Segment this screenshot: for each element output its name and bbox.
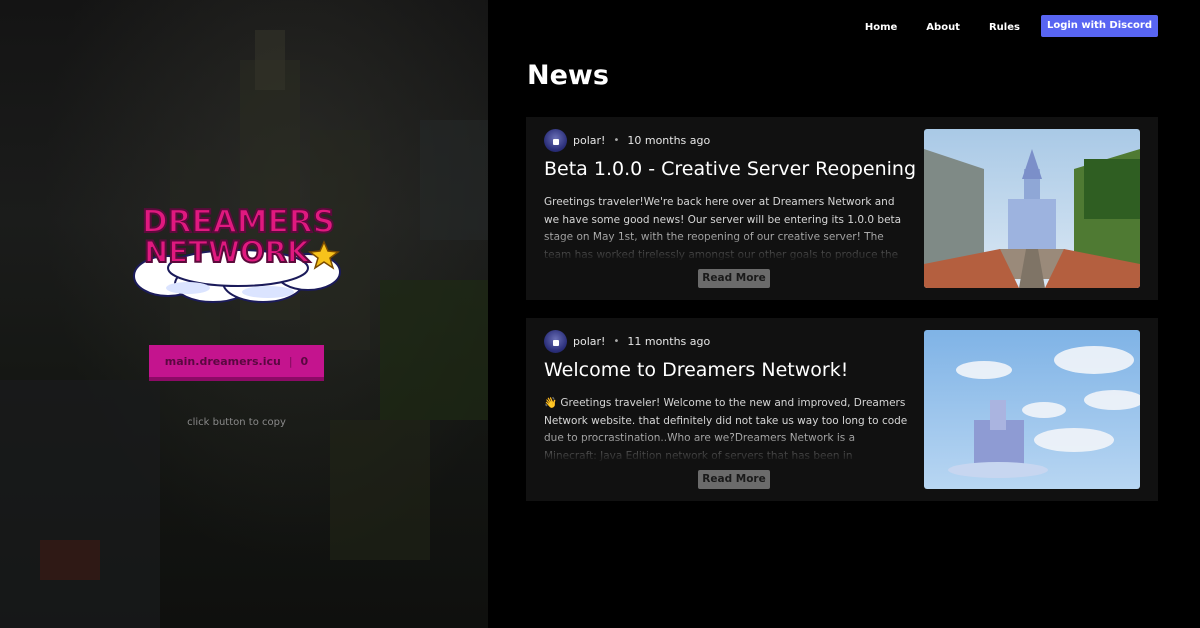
read-more-button[interactable]: Read More (698, 470, 770, 489)
nav-rules-link[interactable]: Rules (989, 20, 1020, 33)
post-thumbnail[interactable] (924, 330, 1140, 489)
news-card: polar! • 10 months ago Beta 1.0.0 - Crea… (526, 117, 1158, 300)
svg-text:NETWORK: NETWORK (144, 235, 311, 269)
author-name: polar! (573, 335, 606, 348)
post-title: Welcome to Dreamers Network! (544, 359, 849, 381)
author-avatar (544, 330, 567, 353)
top-nav: Home About Rules Login with Discord (836, 15, 1158, 37)
excerpt-fade (544, 428, 914, 468)
excerpt-fade (544, 227, 914, 267)
post-meta: polar! • 10 months ago (544, 129, 710, 152)
news-heading: News (527, 60, 609, 91)
post-title: Beta 1.0.0 - Creative Server Reopening (544, 158, 917, 180)
background-castle-image (0, 30, 488, 628)
copy-server-ip-button[interactable]: main.dreamers.icu | 0 (149, 345, 324, 381)
post-time: 10 months ago (627, 134, 711, 147)
author-avatar (544, 129, 567, 152)
dreamers-network-logo: DREAMERS NETWORK (128, 196, 346, 306)
player-count: 0 (300, 354, 309, 368)
ip-separator: | (288, 354, 293, 368)
read-more-button[interactable]: Read More (698, 269, 770, 288)
author-name: polar! (573, 134, 606, 147)
server-ip-text: main.dreamers.icu (164, 354, 281, 368)
meta-dot: • (613, 336, 620, 347)
login-with-discord-button[interactable]: Login with Discord (1040, 15, 1158, 37)
nav-about-link[interactable]: About (926, 20, 960, 33)
news-card: polar! • 11 months ago Welcome to Dreame… (526, 318, 1158, 501)
meta-dot: • (613, 135, 620, 146)
post-time: 11 months ago (627, 335, 711, 348)
post-thumbnail[interactable] (924, 129, 1140, 288)
post-meta: polar! • 11 months ago (544, 330, 710, 353)
nav-home-link[interactable]: Home (865, 20, 897, 33)
copy-hint-text: click button to copy (187, 417, 286, 428)
hero-panel: DREAMERS NETWORK main.dreamers.icu | 0 c… (0, 0, 488, 628)
